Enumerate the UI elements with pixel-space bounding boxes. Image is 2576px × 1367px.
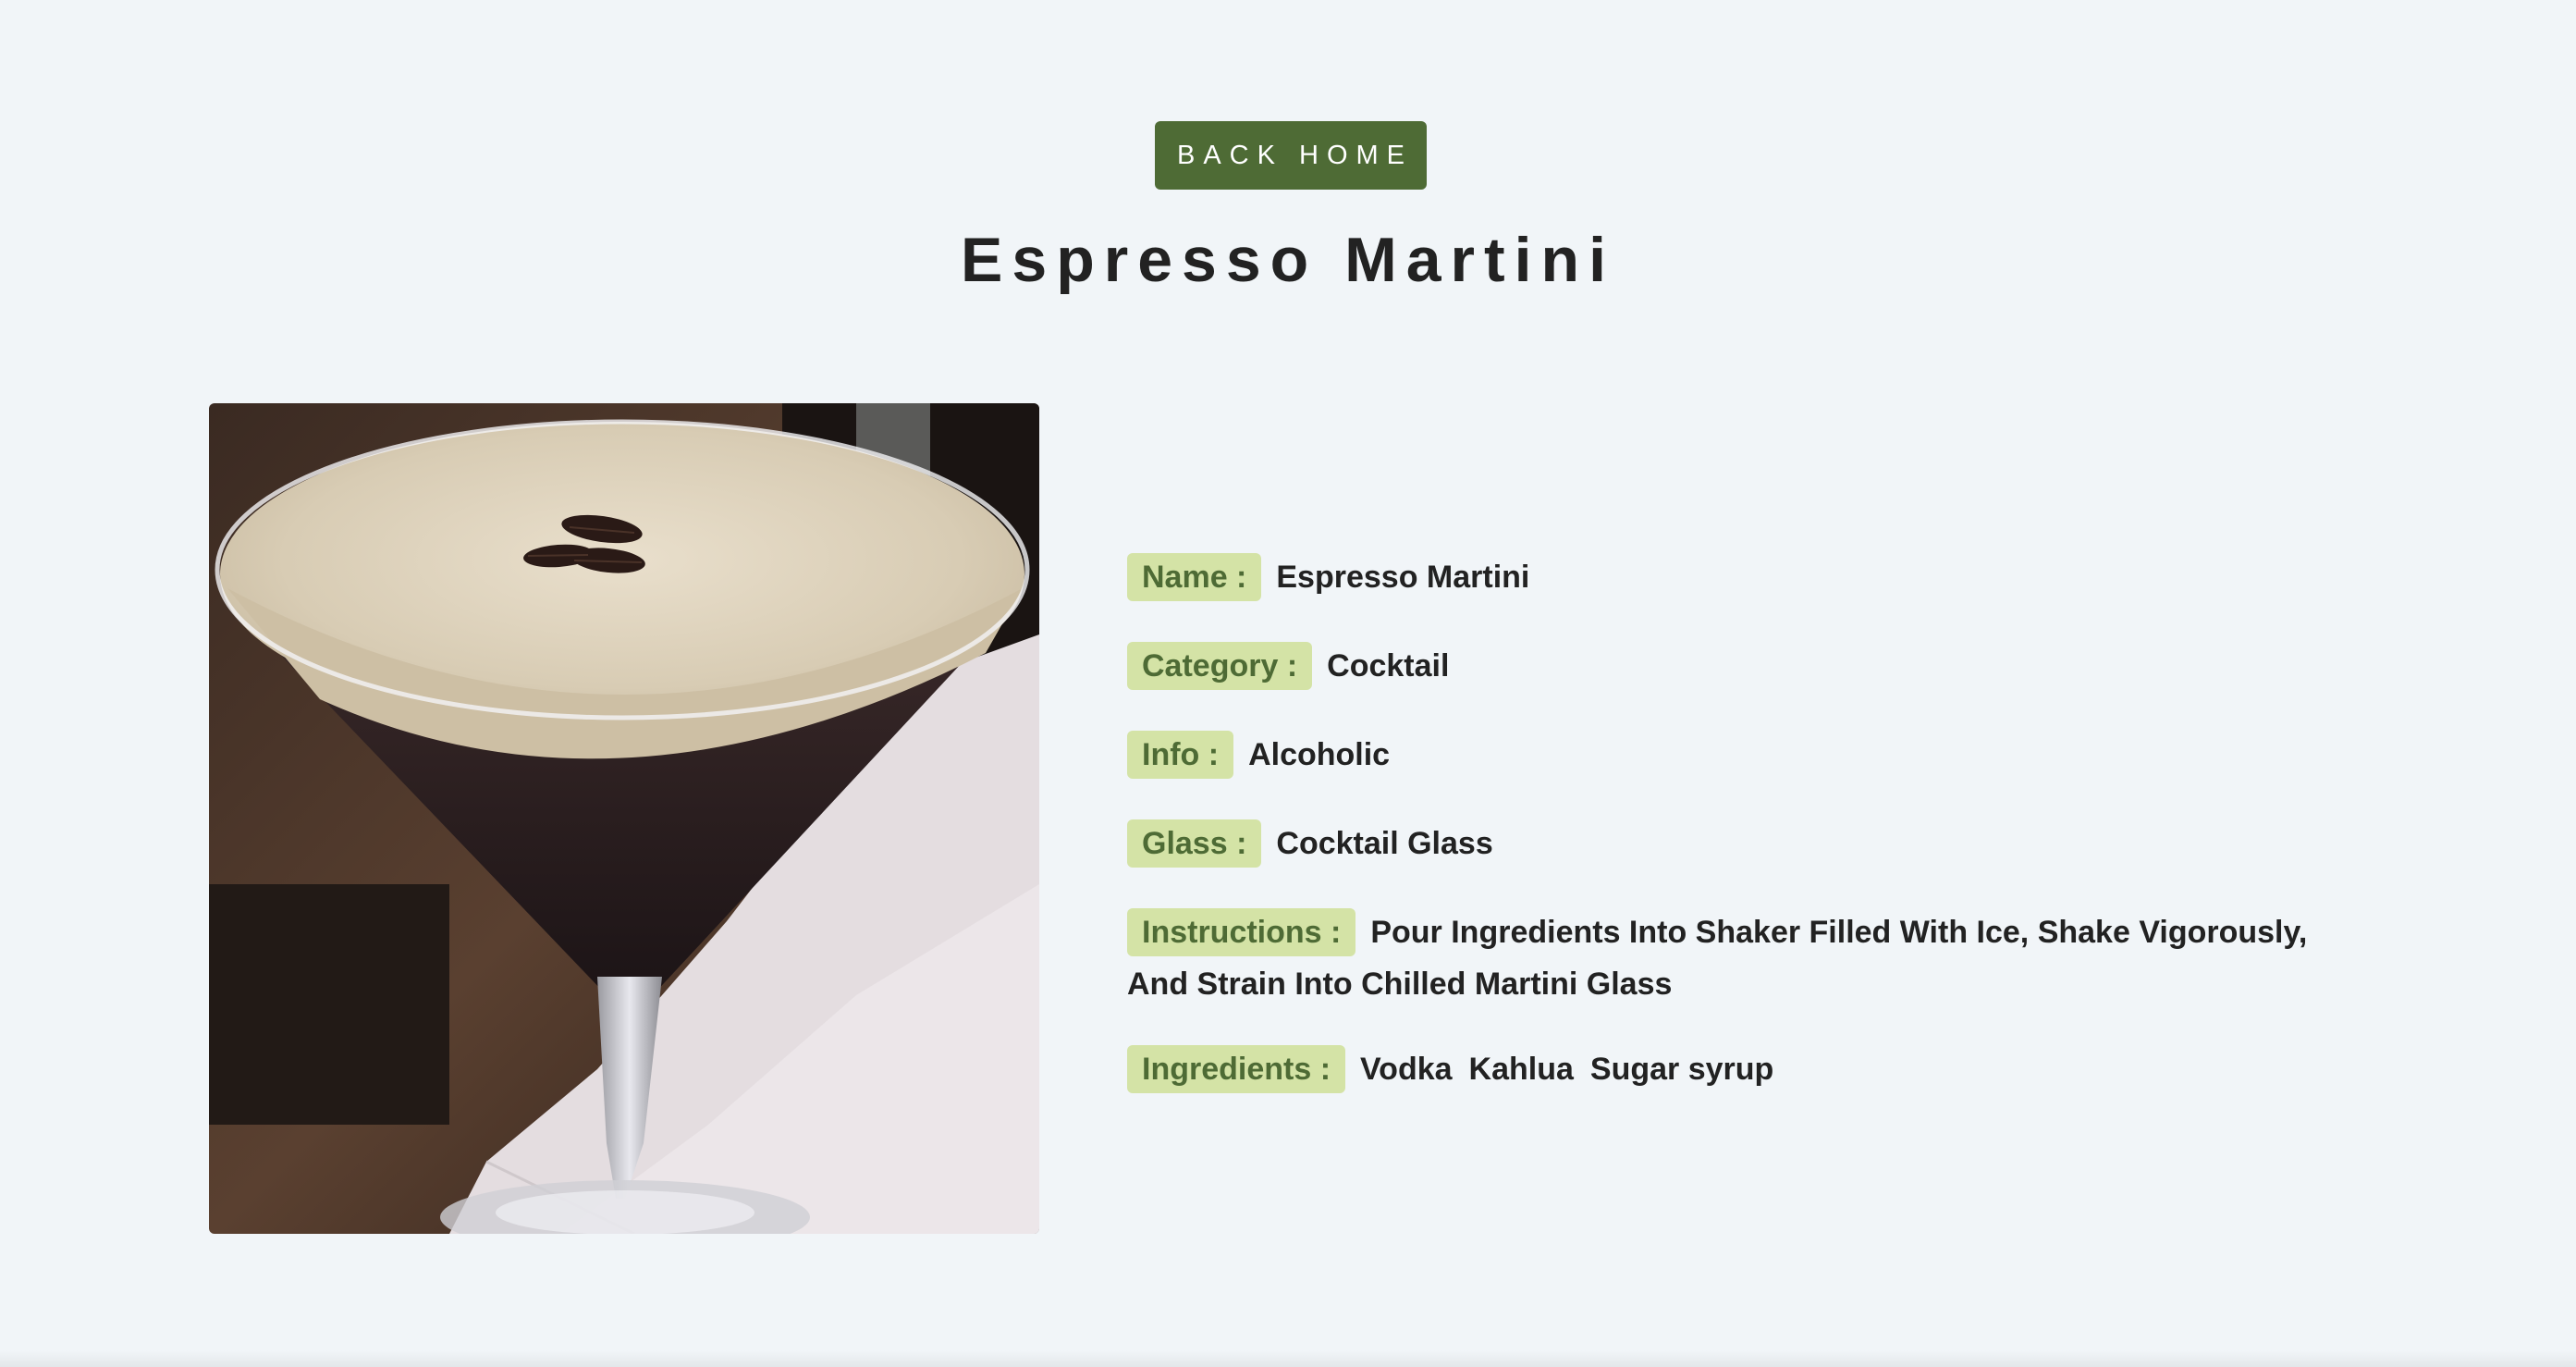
detail-label: Instructions : [1127, 908, 1356, 956]
detail-label: Name : [1127, 553, 1262, 601]
detail-label: Glass : [1127, 819, 1262, 868]
page-bottom-shadow [0, 1350, 2576, 1367]
detail-value: Espresso Martini [1276, 560, 1530, 595]
page-title: Espresso Martini [961, 225, 1615, 295]
detail-row-category: Category : Cocktail [1127, 640, 2366, 692]
espresso-martini-photo [209, 403, 1039, 1234]
back-home-button[interactable]: BACK HOME [1155, 121, 1427, 190]
detail-label: Category : [1127, 642, 1313, 690]
detail-row-instructions: Instructions : Pour Ingredients Into Shak… [1127, 906, 2366, 1010]
detail-row-info: Info : Alcoholic [1127, 729, 2366, 781]
ingredient-item: Sugar syrup [1589, 1052, 1774, 1087]
detail-label: Info : [1127, 731, 1234, 779]
detail-row-name: Name : Espresso Martini [1127, 551, 2366, 603]
detail-value: Cocktail Glass [1276, 826, 1493, 861]
detail-label: Ingredients : [1127, 1045, 1346, 1093]
ingredient-item: Kahlua [1468, 1052, 1574, 1087]
ingredient-item: Vodka [1360, 1052, 1453, 1087]
cocktail-details: Name : Espresso Martini Category : Cocktai… [1127, 551, 2366, 1132]
detail-value: Alcoholic [1248, 737, 1391, 772]
cocktail-detail-page: BACK HOME Espresso Martini Name: Espres… [0, 0, 2576, 1367]
detail-row-glass: Glass : Cocktail Glass [1127, 818, 2366, 869]
detail-value: Cocktail [1327, 648, 1450, 684]
detail-row-ingredients: Ingredients : Vodka Kahlua Sugar syrup [1127, 1043, 2366, 1095]
